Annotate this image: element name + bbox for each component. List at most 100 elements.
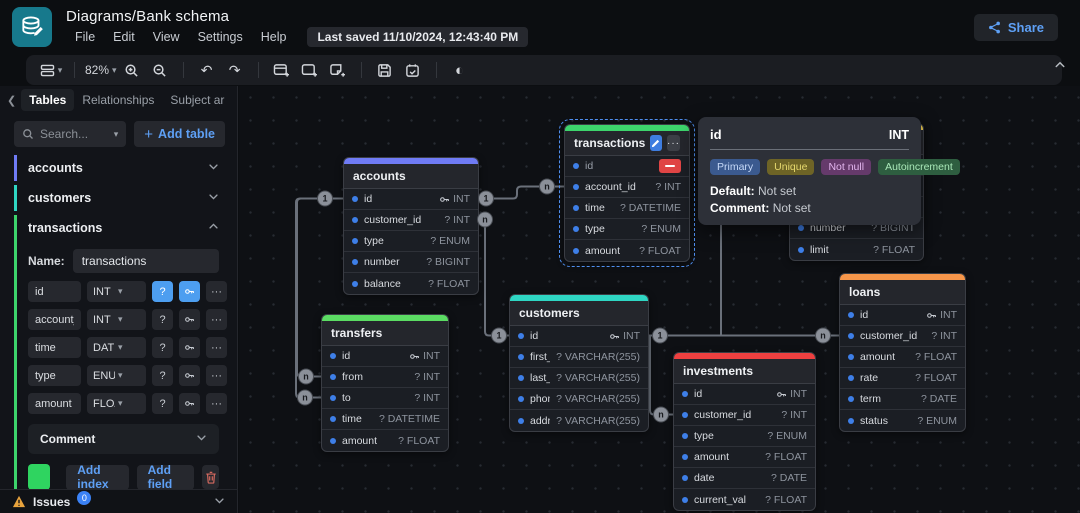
field-more-button[interactable]: ··· <box>206 337 227 358</box>
table-more-button[interactable]: ··· <box>667 135 680 151</box>
field-type-select[interactable]: DATE...▾ <box>87 337 146 358</box>
field-nullable-toggle[interactable]: ? <box>152 365 173 386</box>
field-name-input[interactable] <box>28 337 81 358</box>
menu-item-file[interactable]: File <box>66 28 104 46</box>
field-name-input[interactable] <box>28 309 81 330</box>
field-primary-toggle[interactable] <box>179 365 200 386</box>
field-more-button[interactable]: ··· <box>206 393 227 414</box>
entity-table-loans[interactable]: loansid INTcustomer_id? INTamount? FLOAT… <box>839 273 966 432</box>
field-name-input[interactable] <box>28 281 81 302</box>
table-field-row[interactable]: time? DATETIME <box>322 409 448 430</box>
relationship-line[interactable] <box>479 220 509 336</box>
tab-subject-ar[interactable]: Subject ar <box>162 89 232 111</box>
tab-relationships[interactable]: Relationships <box>74 89 162 111</box>
todo-button[interactable] <box>400 58 426 82</box>
table-field-row[interactable]: account_id? INT <box>565 177 689 198</box>
field-nullable-toggle[interactable]: ? <box>152 337 173 358</box>
field-name-input[interactable] <box>28 393 81 414</box>
field-primary-toggle[interactable] <box>179 281 200 302</box>
entity-table-investments[interactable]: investmentsid INTcustomer_id? INTtype? E… <box>673 352 816 511</box>
accordion-header-customers[interactable]: customers <box>17 185 227 211</box>
edit-table-button[interactable] <box>650 135 662 151</box>
table-field-row[interactable]: balance? FLOAT <box>344 273 478 294</box>
table-field-row[interactable]: amount? FLOAT <box>565 240 689 261</box>
entity-table-accounts[interactable]: accountsid INTcustomer_id? INTtype? ENUM… <box>343 157 479 295</box>
redo-button[interactable]: ↷ <box>222 58 248 82</box>
table-field-row[interactable]: amount? FLOAT <box>840 347 965 368</box>
field-primary-toggle[interactable] <box>179 309 200 330</box>
entity-table-customers[interactable]: customersid INTfirst_na...? VARCHAR(255)… <box>509 294 649 432</box>
field-type-select[interactable]: INT▾ <box>87 309 146 330</box>
field-more-button[interactable]: ··· <box>206 309 227 330</box>
field-nullable-toggle[interactable]: ? <box>152 393 173 414</box>
field-primary-toggle[interactable] <box>179 337 200 358</box>
field-primary-toggle[interactable] <box>179 393 200 414</box>
delete-field-button[interactable] <box>659 159 681 173</box>
table-field-row[interactable]: amount? FLOAT <box>322 430 448 451</box>
table-field-row[interactable]: customer_id? INT <box>344 210 478 231</box>
entity-table-transfers[interactable]: transfersid INTfrom? INTto? INTtime? DAT… <box>321 314 449 452</box>
table-field-row[interactable]: last_na...? VARCHAR(255) <box>510 368 648 389</box>
table-field-row[interactable]: first_na...? VARCHAR(255) <box>510 347 648 368</box>
tab-tables[interactable]: Tables <box>21 89 74 111</box>
comment-section[interactable]: Comment <box>28 424 219 454</box>
add-note-tool-button[interactable] <box>325 58 351 82</box>
add-index-button[interactable]: Add index <box>66 465 128 490</box>
share-button[interactable]: Share <box>974 14 1058 41</box>
menu-item-view[interactable]: View <box>144 28 189 46</box>
table-field-row[interactable]: term? DATE <box>840 389 965 410</box>
table-search[interactable]: ▾ <box>14 121 126 147</box>
field-nullable-toggle[interactable]: ? <box>152 281 173 302</box>
table-color-swatch[interactable] <box>28 464 50 489</box>
table-field-row[interactable]: id <box>565 156 689 177</box>
zoom-out-button[interactable] <box>147 58 173 82</box>
table-field-row[interactable]: current_val? FLOAT <box>674 489 815 510</box>
table-field-row[interactable]: number? BIGINT <box>344 252 478 273</box>
accordion-header-transactions[interactable]: transactions <box>17 215 227 241</box>
table-name-input[interactable] <box>73 249 219 273</box>
table-field-row[interactable]: id INT <box>510 326 648 347</box>
zoom-level-dropdown[interactable]: 82% ▾ <box>85 58 117 82</box>
table-field-row[interactable]: to? INT <box>322 388 448 409</box>
add-area-tool-button[interactable] <box>297 58 323 82</box>
table-field-row[interactable]: id INT <box>840 305 965 326</box>
zoom-in-button[interactable] <box>119 58 145 82</box>
menu-item-settings[interactable]: Settings <box>189 28 252 46</box>
table-field-row[interactable]: rate? FLOAT <box>840 368 965 389</box>
table-field-row[interactable]: type? ENUM <box>565 219 689 240</box>
field-type-select[interactable]: INT▾ <box>87 281 146 302</box>
table-field-row[interactable]: limit? FLOAT <box>790 239 923 260</box>
table-field-row[interactable]: address? VARCHAR(255) <box>510 410 648 431</box>
delete-table-button[interactable] <box>202 465 219 489</box>
table-field-row[interactable]: customer_id? INT <box>840 326 965 347</box>
table-field-row[interactable]: from? INT <box>322 367 448 388</box>
relationship-line[interactable] <box>479 187 564 199</box>
entity-table-transactions[interactable]: transactions···idaccount_id? INTtime? DA… <box>564 124 690 262</box>
table-field-row[interactable]: time? DATETIME <box>565 198 689 219</box>
table-field-row[interactable]: type? ENUM <box>344 231 478 252</box>
save-button[interactable] <box>372 58 398 82</box>
field-name-input[interactable] <box>28 365 81 386</box>
accordion-header-accounts[interactable]: accounts <box>17 155 227 181</box>
table-field-row[interactable]: date? DATE <box>674 468 815 489</box>
table-field-row[interactable]: customer_id? INT <box>674 405 815 426</box>
field-type-select[interactable]: ENUM▾ <box>87 365 146 386</box>
add-table-button[interactable]: + Add table <box>134 121 225 147</box>
table-field-row[interactable]: amount? FLOAT <box>674 447 815 468</box>
table-field-row[interactable]: status? ENUM <box>840 410 965 431</box>
undo-button[interactable]: ↶ <box>194 58 220 82</box>
relationship-line[interactable] <box>650 336 673 415</box>
menu-item-help[interactable]: Help <box>252 28 296 46</box>
table-field-row[interactable]: id INT <box>322 346 448 367</box>
toolbar-collapse-button[interactable] <box>1054 58 1066 76</box>
diagram-canvas[interactable]: 11nn11nnnnn id INT PrimaryUniqueNot null… <box>239 86 1080 513</box>
tabs-scroll-left-button[interactable]: ❮ <box>4 94 19 107</box>
table-field-row[interactable]: phone? VARCHAR(255) <box>510 389 648 410</box>
add-field-button[interactable]: Add field <box>137 465 195 490</box>
theme-toggle-button[interactable]: ◐ <box>447 58 473 82</box>
search-input[interactable] <box>40 127 108 141</box>
field-nullable-toggle[interactable]: ? <box>152 309 173 330</box>
table-field-row[interactable]: id INT <box>674 384 815 405</box>
table-field-row[interactable]: type? ENUM <box>674 426 815 447</box>
table-field-row[interactable]: id INT <box>344 189 478 210</box>
